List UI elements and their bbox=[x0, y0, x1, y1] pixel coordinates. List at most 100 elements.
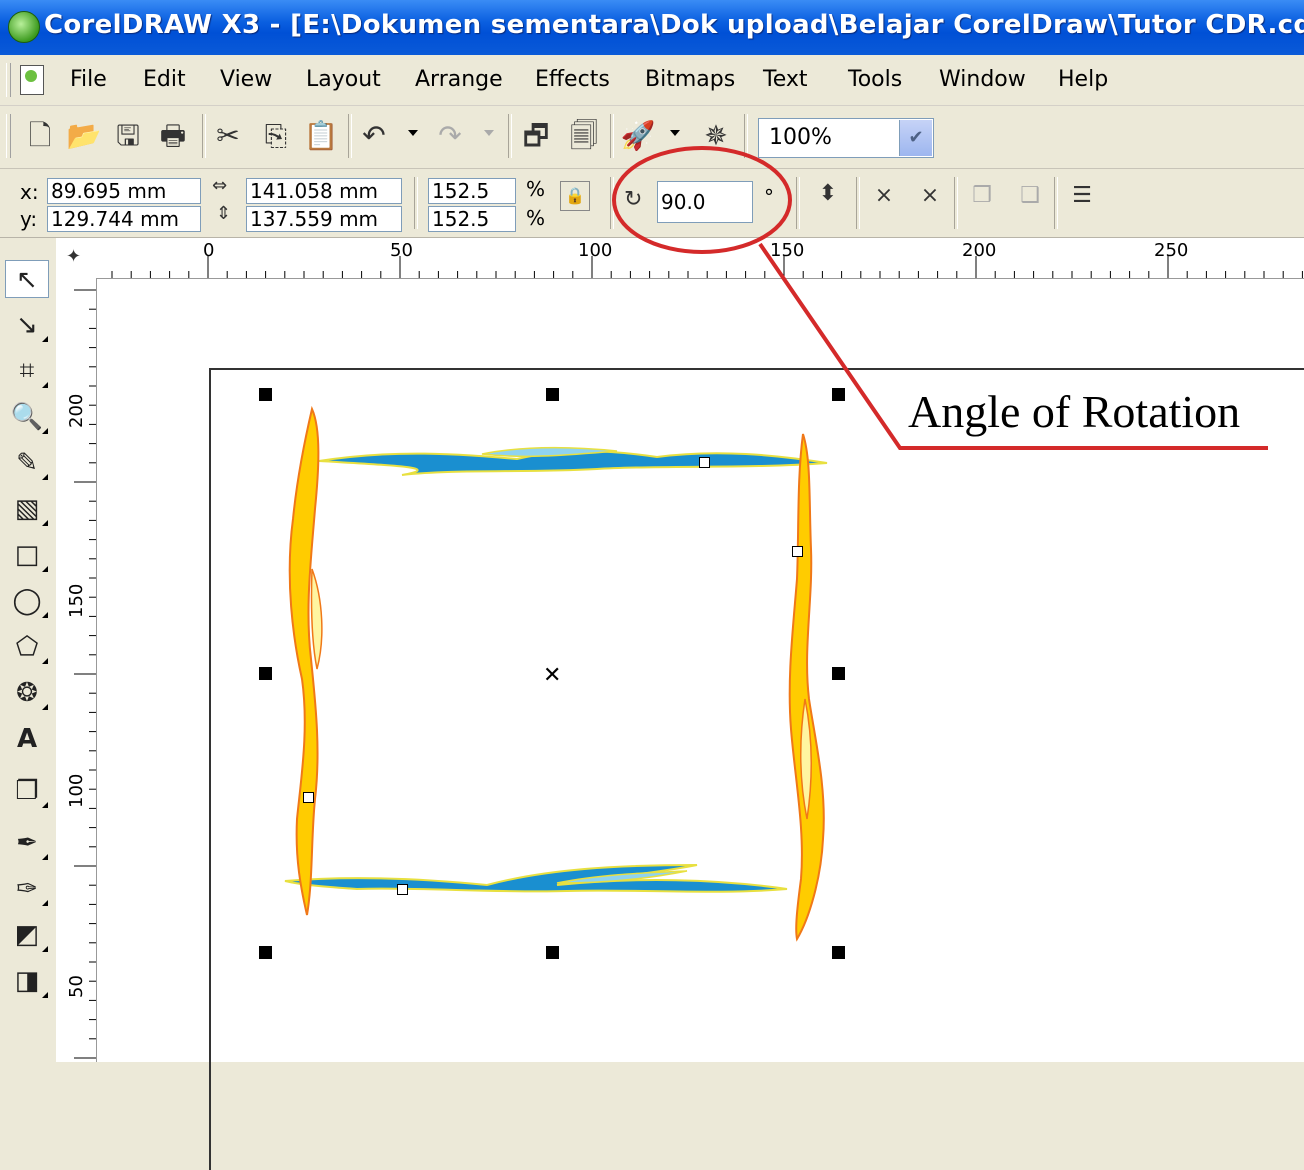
drawing-canvas[interactable]: ✕ Angle of Rotation bbox=[97, 279, 1304, 1170]
eyedropper-tool-icon[interactable]: ✒ bbox=[8, 824, 48, 862]
selection-handle-left[interactable] bbox=[259, 667, 272, 680]
lock-ratio-icon[interactable]: 🔒 bbox=[560, 181, 590, 211]
property-separator bbox=[610, 177, 614, 229]
object-width-input[interactable]: 141.058 mm bbox=[246, 178, 402, 204]
menu-tools[interactable]: Tools bbox=[848, 67, 902, 92]
path-node[interactable] bbox=[303, 792, 314, 803]
standard-toolbar: 🗋 📂 🖫 🖶 ✂ ⎘ 📋 ↶ ↷ 🗗 🗐 🚀 ✵ bbox=[0, 106, 1304, 169]
wrap-text-icon[interactable]: ☰ bbox=[1062, 183, 1102, 208]
ruler-origin-icon[interactable]: ✦ bbox=[66, 246, 81, 267]
toolbar-grip[interactable] bbox=[6, 114, 11, 158]
menu-layout[interactable]: Layout bbox=[306, 67, 381, 92]
paste-icon[interactable]: 📋 bbox=[303, 118, 339, 154]
shape-tool-icon[interactable]: ↘ bbox=[8, 306, 48, 344]
new-icon[interactable]: 🗋 bbox=[22, 118, 58, 154]
selection-handle-top[interactable] bbox=[546, 388, 559, 401]
selection-handle-top-left[interactable] bbox=[259, 388, 272, 401]
menu-bitmaps[interactable]: Bitmaps bbox=[645, 67, 735, 92]
ruler-label: 250 bbox=[1154, 240, 1189, 261]
scale-y-percent-label: % bbox=[526, 206, 546, 230]
property-separator bbox=[796, 177, 800, 229]
import-icon[interactable]: 🗗 bbox=[518, 118, 554, 154]
window-title: CorelDRAW X3 - [E:\Dokumen sementara\Dok… bbox=[44, 10, 1304, 40]
right-swirl bbox=[788, 433, 825, 942]
property-separator bbox=[856, 177, 860, 229]
selection-handle-bottom-left[interactable] bbox=[259, 946, 272, 959]
save-icon[interactable]: 🖫 bbox=[110, 118, 146, 154]
selection-handle-right[interactable] bbox=[832, 667, 845, 680]
menu-effects[interactable]: Effects bbox=[535, 67, 610, 92]
ungroup-icon[interactable]: ⨯ bbox=[910, 183, 950, 208]
height-icon: ⇕ bbox=[216, 203, 232, 224]
polygon-tool-icon[interactable]: ⬠ bbox=[8, 628, 48, 666]
title-bar[interactable]: CorelDRAW X3 - [E:\Dokumen sementara\Dok… bbox=[0, 0, 1304, 55]
redo-icon: ↷ bbox=[438, 119, 462, 152]
ruler-label: 50 bbox=[66, 975, 87, 998]
ruler-label: 200 bbox=[962, 240, 997, 261]
undo-icon[interactable]: ↶ bbox=[356, 118, 392, 154]
scale-x-input[interactable]: 152.5 bbox=[428, 178, 516, 204]
menu-view[interactable]: View bbox=[220, 67, 272, 92]
scale-y-input[interactable]: 152.5 bbox=[428, 206, 516, 232]
ellipse-tool-icon[interactable]: ◯ bbox=[8, 582, 48, 620]
interactive-fill-tool-icon[interactable]: ◨ bbox=[8, 962, 48, 1000]
ruler-label: 150 bbox=[770, 240, 805, 261]
open-icon[interactable]: 📂 bbox=[66, 118, 102, 154]
menu-arrange[interactable]: Arrange bbox=[415, 67, 503, 92]
property-bar: x: 89.695 mm y: 129.744 mm ⇔ 141.058 mm … bbox=[0, 169, 1304, 238]
chevron-down-icon[interactable]: ✔ bbox=[899, 120, 932, 156]
x-position-label: x: bbox=[20, 180, 39, 204]
print-icon[interactable]: 🖶 bbox=[155, 118, 191, 154]
menu-help[interactable]: Help bbox=[1058, 67, 1108, 92]
coreldraw-app-icon[interactable] bbox=[8, 11, 40, 43]
zoom-tool-icon[interactable]: 🔍 bbox=[8, 398, 48, 436]
export-icon[interactable]: 🗐 bbox=[566, 118, 602, 154]
mirror-icon[interactable]: ⬍ bbox=[808, 181, 848, 206]
menu-grip[interactable] bbox=[6, 63, 11, 97]
selection-handle-bottom-right[interactable] bbox=[832, 946, 845, 959]
center-marker-icon[interactable]: ✕ bbox=[543, 663, 561, 688]
undo-dropdown-arrow-icon[interactable] bbox=[408, 130, 418, 136]
path-node[interactable] bbox=[397, 884, 408, 895]
path-node[interactable] bbox=[792, 546, 803, 557]
width-icon: ⇔ bbox=[212, 175, 228, 196]
object-height-input[interactable]: 137.559 mm bbox=[246, 206, 402, 232]
document-icon[interactable] bbox=[20, 65, 44, 95]
text-tool-icon[interactable]: A bbox=[8, 720, 46, 758]
group-icon[interactable]: ⨯ bbox=[864, 183, 904, 208]
ruler-origin-corner[interactable]: ✦ bbox=[56, 238, 96, 278]
launcher-dropdown-arrow-icon[interactable] bbox=[670, 130, 680, 136]
selection-handle-top-right[interactable] bbox=[832, 388, 845, 401]
crop-tool-icon[interactable]: ⌗ bbox=[8, 352, 48, 390]
degree-label: ° bbox=[764, 185, 774, 209]
horizontal-ruler-ticks bbox=[111, 256, 1303, 278]
smart-fill-tool-icon[interactable]: ▧ bbox=[8, 490, 48, 528]
copy-icon[interactable]: ⎘ bbox=[258, 118, 294, 154]
application-launcher-icon[interactable]: 🚀 bbox=[620, 118, 656, 154]
menu-text[interactable]: Text bbox=[763, 67, 808, 92]
rotation-angle-input[interactable]: 90.0 bbox=[657, 181, 753, 223]
freehand-tool-icon[interactable]: ✎ bbox=[8, 444, 48, 482]
outline-tool-icon[interactable]: ✑ bbox=[8, 870, 48, 908]
selection-handle-bottom[interactable] bbox=[546, 946, 559, 959]
ruler-label: 150 bbox=[66, 583, 87, 618]
menu-file[interactable]: File bbox=[70, 67, 107, 92]
vertical-ruler[interactable]: 200 150 100 50 bbox=[56, 278, 97, 1062]
menu-edit[interactable]: Edit bbox=[143, 67, 186, 92]
menu-window[interactable]: Window bbox=[939, 67, 1026, 92]
basic-shapes-tool-icon[interactable]: ❂ bbox=[8, 674, 48, 712]
x-position-input[interactable]: 89.695 mm bbox=[47, 178, 201, 204]
path-node[interactable] bbox=[699, 457, 710, 468]
pick-tool-icon[interactable]: ↖ bbox=[5, 260, 49, 298]
rectangle-tool-icon[interactable]: □ bbox=[8, 536, 48, 574]
horizontal-ruler[interactable]: 0 50 100 150 200 250 bbox=[56, 238, 1304, 279]
toolbox: ↖ ↘ ⌗ 🔍 ✎ ▧ □ ◯ ⬠ ❂ A ❐ ✒ ✑ ◩ ◨ bbox=[0, 238, 57, 1062]
interactive-blend-tool-icon[interactable]: ❐ bbox=[8, 772, 48, 810]
fill-tool-icon[interactable]: ◩ bbox=[8, 916, 48, 954]
y-position-input[interactable]: 129.744 mm bbox=[47, 206, 201, 232]
welcome-screen-icon[interactable]: ✵ bbox=[698, 118, 734, 154]
toolbar-separator bbox=[744, 114, 748, 158]
zoom-level-select[interactable]: 100% ✔ bbox=[758, 118, 934, 158]
cut-icon[interactable]: ✂ bbox=[210, 118, 246, 154]
y-position-label: y: bbox=[20, 207, 38, 231]
